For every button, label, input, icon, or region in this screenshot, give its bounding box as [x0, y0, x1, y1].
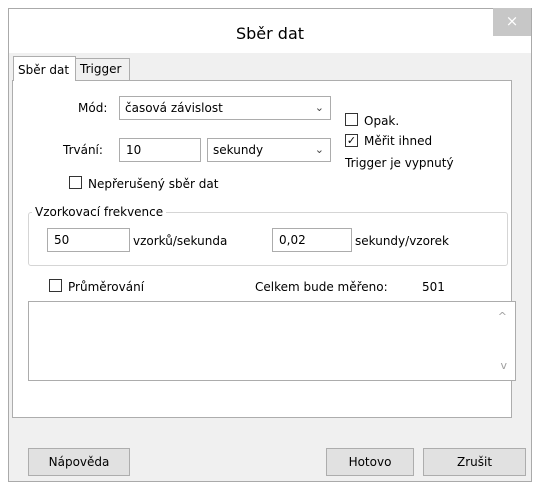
tab-data-collection[interactable]: Sběr dat — [13, 56, 76, 81]
total-count-value: 501 — [422, 280, 445, 294]
averaging-label: Průměrování — [68, 280, 145, 294]
trigger-status-text: Trigger je vypnutý — [345, 156, 454, 170]
help-button[interactable]: Nápověda — [28, 448, 130, 476]
sample-rate-unit: vzorků/sekunda — [133, 234, 228, 248]
duration-unit-select[interactable]: sekundy ⌄ — [207, 138, 331, 162]
measure-now-label: Měřit ihned — [364, 134, 433, 148]
window-title: Sběr dat — [235, 24, 305, 43]
measure-now-checkbox[interactable]: ✓ — [345, 134, 358, 147]
close-icon[interactable]: × — [493, 8, 531, 36]
cancel-button[interactable]: Zrušit — [423, 448, 526, 476]
averaging-list[interactable]: ^ v — [28, 301, 516, 381]
sample-rate-input[interactable]: 50 — [47, 228, 130, 252]
scroll-up-icon[interactable]: ^ — [498, 310, 507, 323]
duration-label: Trvání: — [63, 143, 103, 157]
mode-select[interactable]: časová závislost ⌄ — [119, 96, 331, 120]
mode-select-value: časová závislost — [125, 101, 223, 115]
chevron-down-icon: ⌄ — [314, 101, 324, 114]
scroll-down-icon[interactable]: v — [500, 359, 507, 372]
tab-trigger[interactable]: Trigger — [75, 58, 130, 81]
chevron-down-icon: ⌄ — [314, 143, 324, 156]
duration-input[interactable]: 10 — [119, 138, 201, 162]
done-button[interactable]: Hotovo — [326, 448, 414, 476]
repeat-checkbox[interactable] — [345, 113, 358, 126]
total-count-label: Celkem bude měřeno: — [255, 280, 388, 294]
sample-interval-input[interactable]: 0,02 — [272, 228, 352, 252]
repeat-label: Opak. — [364, 114, 400, 128]
check-icon: ✓ — [346, 134, 357, 147]
continuous-label: Nepřerušený sběr dat — [88, 177, 219, 191]
continuous-checkbox[interactable] — [69, 176, 82, 189]
sample-interval-unit: sekundy/vzorek — [355, 234, 449, 248]
title-bar: Sběr dat × — [9, 8, 531, 53]
averaging-checkbox[interactable] — [49, 279, 62, 292]
sampling-group-title: Vzorkovací frekvence — [32, 205, 167, 219]
duration-unit-value: sekundy — [213, 143, 264, 157]
mode-label: Mód: — [78, 101, 108, 115]
